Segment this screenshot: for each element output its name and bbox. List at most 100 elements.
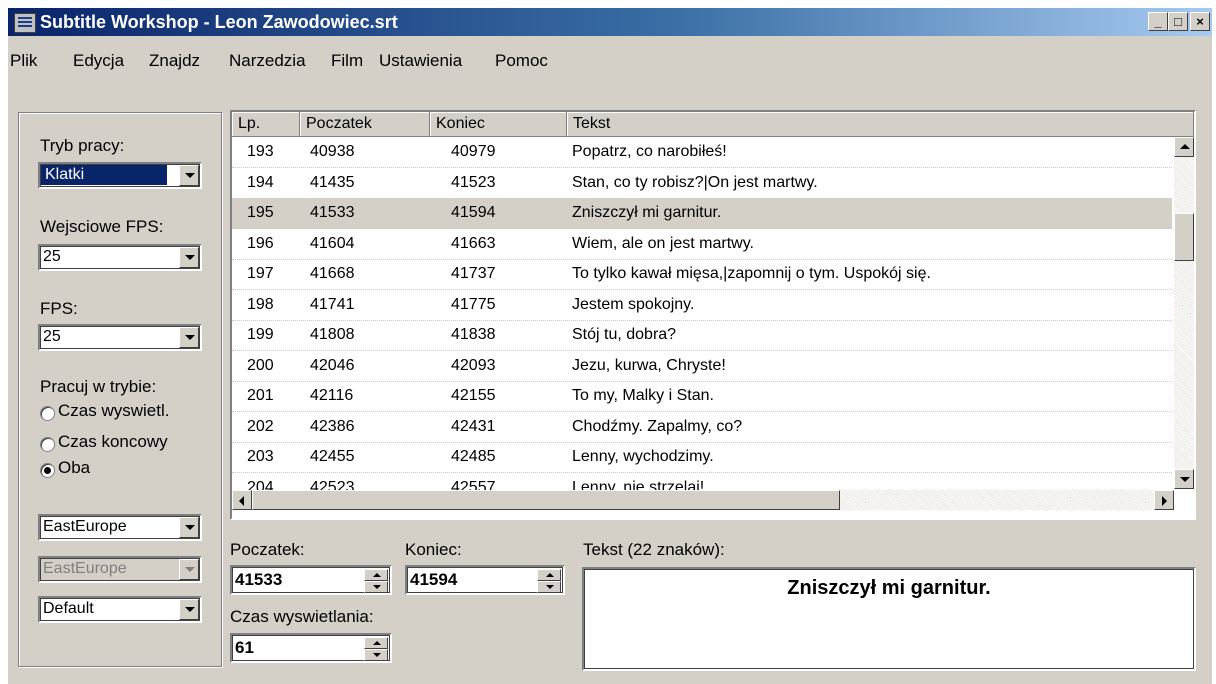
table-row[interactable]: 200 42046 42093 Jezu, kurwa, Chryste! [232,351,1172,382]
decrement-icon[interactable] [364,649,388,661]
cell-number: 199 [247,326,274,343]
input-fps-select[interactable]: 25 [38,244,202,271]
subtitle-text-editor[interactable]: Zniszczył mi garnitur. [582,567,1196,671]
chevron-down-icon[interactable] [179,517,199,538]
start-spinner[interactable]: 41533 [230,565,392,595]
start-label: Poczatek: [230,540,305,559]
cell-start: 41741 [310,295,355,313]
maximize-button[interactable]: □ [1168,12,1188,31]
table-row[interactable]: 198 41741 41775 Jestem spokojny. [232,290,1172,321]
subtitle-text-value[interactable]: Zniszczył mi garnitur. [584,577,1194,600]
cell-number: 200 [247,356,274,374]
minimize-button[interactable]: _ [1148,12,1168,31]
radio-display-time[interactable] [40,406,55,421]
horizontal-scroll-thumb[interactable] [252,490,840,510]
chevron-down-icon[interactable] [179,599,199,620]
close-button[interactable]: × [1190,12,1210,31]
fps-select[interactable]: 25 [38,324,202,351]
cell-start: 42386 [310,417,355,435]
table-row[interactable]: 193 40938 40979 Popatrz, co narobiłeś! [232,137,1172,168]
increment-icon[interactable] [364,637,388,649]
vertical-scrollbar[interactable] [1174,137,1194,489]
subtitle-table[interactable]: Lp. Poczatek Koniec Tekst 193 40938 40979 P… [230,110,1196,520]
start-value[interactable]: 41533 [235,570,282,590]
text-label: Tekst (22 znaków): [583,540,725,559]
cell-number: 203 [247,448,274,465]
column-header-end[interactable]: Koniec [430,112,567,137]
chevron-down-icon [179,559,199,580]
table-row[interactable]: 201 42116 42155 To my, Malky i Stan. [232,381,1172,412]
cell-end: 41775 [451,295,496,313]
cell-start: 42046 [310,356,355,374]
style-select[interactable]: Default [38,596,202,623]
fps-label: FPS: [40,299,78,318]
menu-film[interactable]: Film [331,51,363,71]
radio-both[interactable] [40,463,55,478]
scroll-left-button[interactable] [232,490,252,510]
cell-end: 42155 [451,387,496,404]
duration-label: Czas wyswietlania: [230,607,374,626]
column-header-start[interactable]: Poczatek [300,112,430,137]
duration-value[interactable]: 61 [235,638,254,658]
horizontal-scrollbar[interactable] [232,490,1174,510]
cell-text: Zniszczył mi garnitur. [572,204,722,221]
cell-end: 41663 [451,234,496,252]
mode-select-value: Klatki [41,165,167,185]
scroll-right-button[interactable] [1154,490,1174,510]
cell-text: Jestem spokojny. [572,295,695,313]
cell-text: Lenny, wychodzimy. [572,448,714,465]
cell-number: 201 [247,387,274,404]
menu-znajdz[interactable]: Znajdz [149,51,200,71]
cell-start: 40938 [310,143,355,160]
chevron-down-icon[interactable] [179,327,199,348]
table-row[interactable]: 194 41435 41523 Stan, co ty robisz?|On jest… [232,168,1172,199]
cell-start: 41533 [310,204,355,221]
table-row[interactable]: 197 41668 41737 To tylko kawał mięsa,|zapom… [232,259,1172,290]
column-header-number[interactable]: Lp. [232,112,300,137]
table-row[interactable]: 202 42386 42431 Chodźmy. Zapalmy, co? [232,412,1172,443]
mode-label: Tryb pracy: [40,136,125,155]
window-title: Subtitle Workshop - Leon Zawodowiec.srt [40,12,398,32]
scroll-down-button[interactable] [1174,469,1194,489]
menu-plik[interactable]: Plik [10,51,37,71]
duration-spinner[interactable]: 61 [230,633,392,663]
table-row[interactable]: 196 41604 41663 Wiem, ale on jest martwy. [232,229,1172,260]
vertical-scroll-thumb[interactable] [1174,213,1194,261]
radio-display-time-label[interactable]: Czas wyswietl. [58,401,169,421]
cell-text: Stan, co ty robisz?|On jest martwy. [572,173,818,191]
cell-start: 41668 [310,265,355,282]
scroll-up-button[interactable] [1174,137,1194,157]
cell-number: 195 [247,204,274,221]
end-label: Koniec: [405,540,462,559]
table-row[interactable]: 203 42455 42485 Lenny, wychodzimy. [232,442,1172,473]
title-bar[interactable]: Subtitle Workshop - Leon Zawodowiec.srt … [8,8,1212,36]
cell-end: 41523 [451,173,496,191]
end-spinner[interactable]: 41594 [405,565,565,595]
menu-pomoc[interactable]: Pomoc [495,51,548,71]
decrement-icon[interactable] [364,581,388,593]
table-row[interactable]: 199 41808 41838 Stój tu, dobra? [232,320,1172,351]
input-fps-label: Wejsciowe FPS: [40,217,164,236]
radio-end-time-label[interactable]: Czas koncowy [58,432,168,452]
menu-narzedzia[interactable]: Narzedzia [229,51,306,71]
cell-start: 41604 [310,234,355,252]
charset-select[interactable]: EastEurope [38,514,202,541]
cell-end: 41594 [451,204,496,221]
cell-end: 41737 [451,265,496,282]
decrement-icon[interactable] [537,581,561,593]
menu-ustawienia[interactable]: Ustawienia [379,51,462,71]
mode-select[interactable]: Klatki [38,162,202,189]
end-value[interactable]: 41594 [410,570,457,590]
chevron-down-icon[interactable] [179,247,199,268]
chevron-down-icon[interactable] [179,165,199,186]
cell-end: 40979 [451,143,496,160]
radio-both-label[interactable]: Oba [58,458,90,478]
column-header-text[interactable]: Tekst [567,112,1194,137]
increment-icon[interactable] [537,569,561,581]
cell-text: Stój tu, dobra? [572,326,677,343]
table-row[interactable]: 195 41533 41594 Zniszczył mi garnitur. [232,198,1172,229]
cell-end: 42485 [451,448,496,465]
menu-edycja[interactable]: Edycja [73,51,124,71]
increment-icon[interactable] [364,569,388,581]
radio-end-time[interactable] [40,437,55,452]
